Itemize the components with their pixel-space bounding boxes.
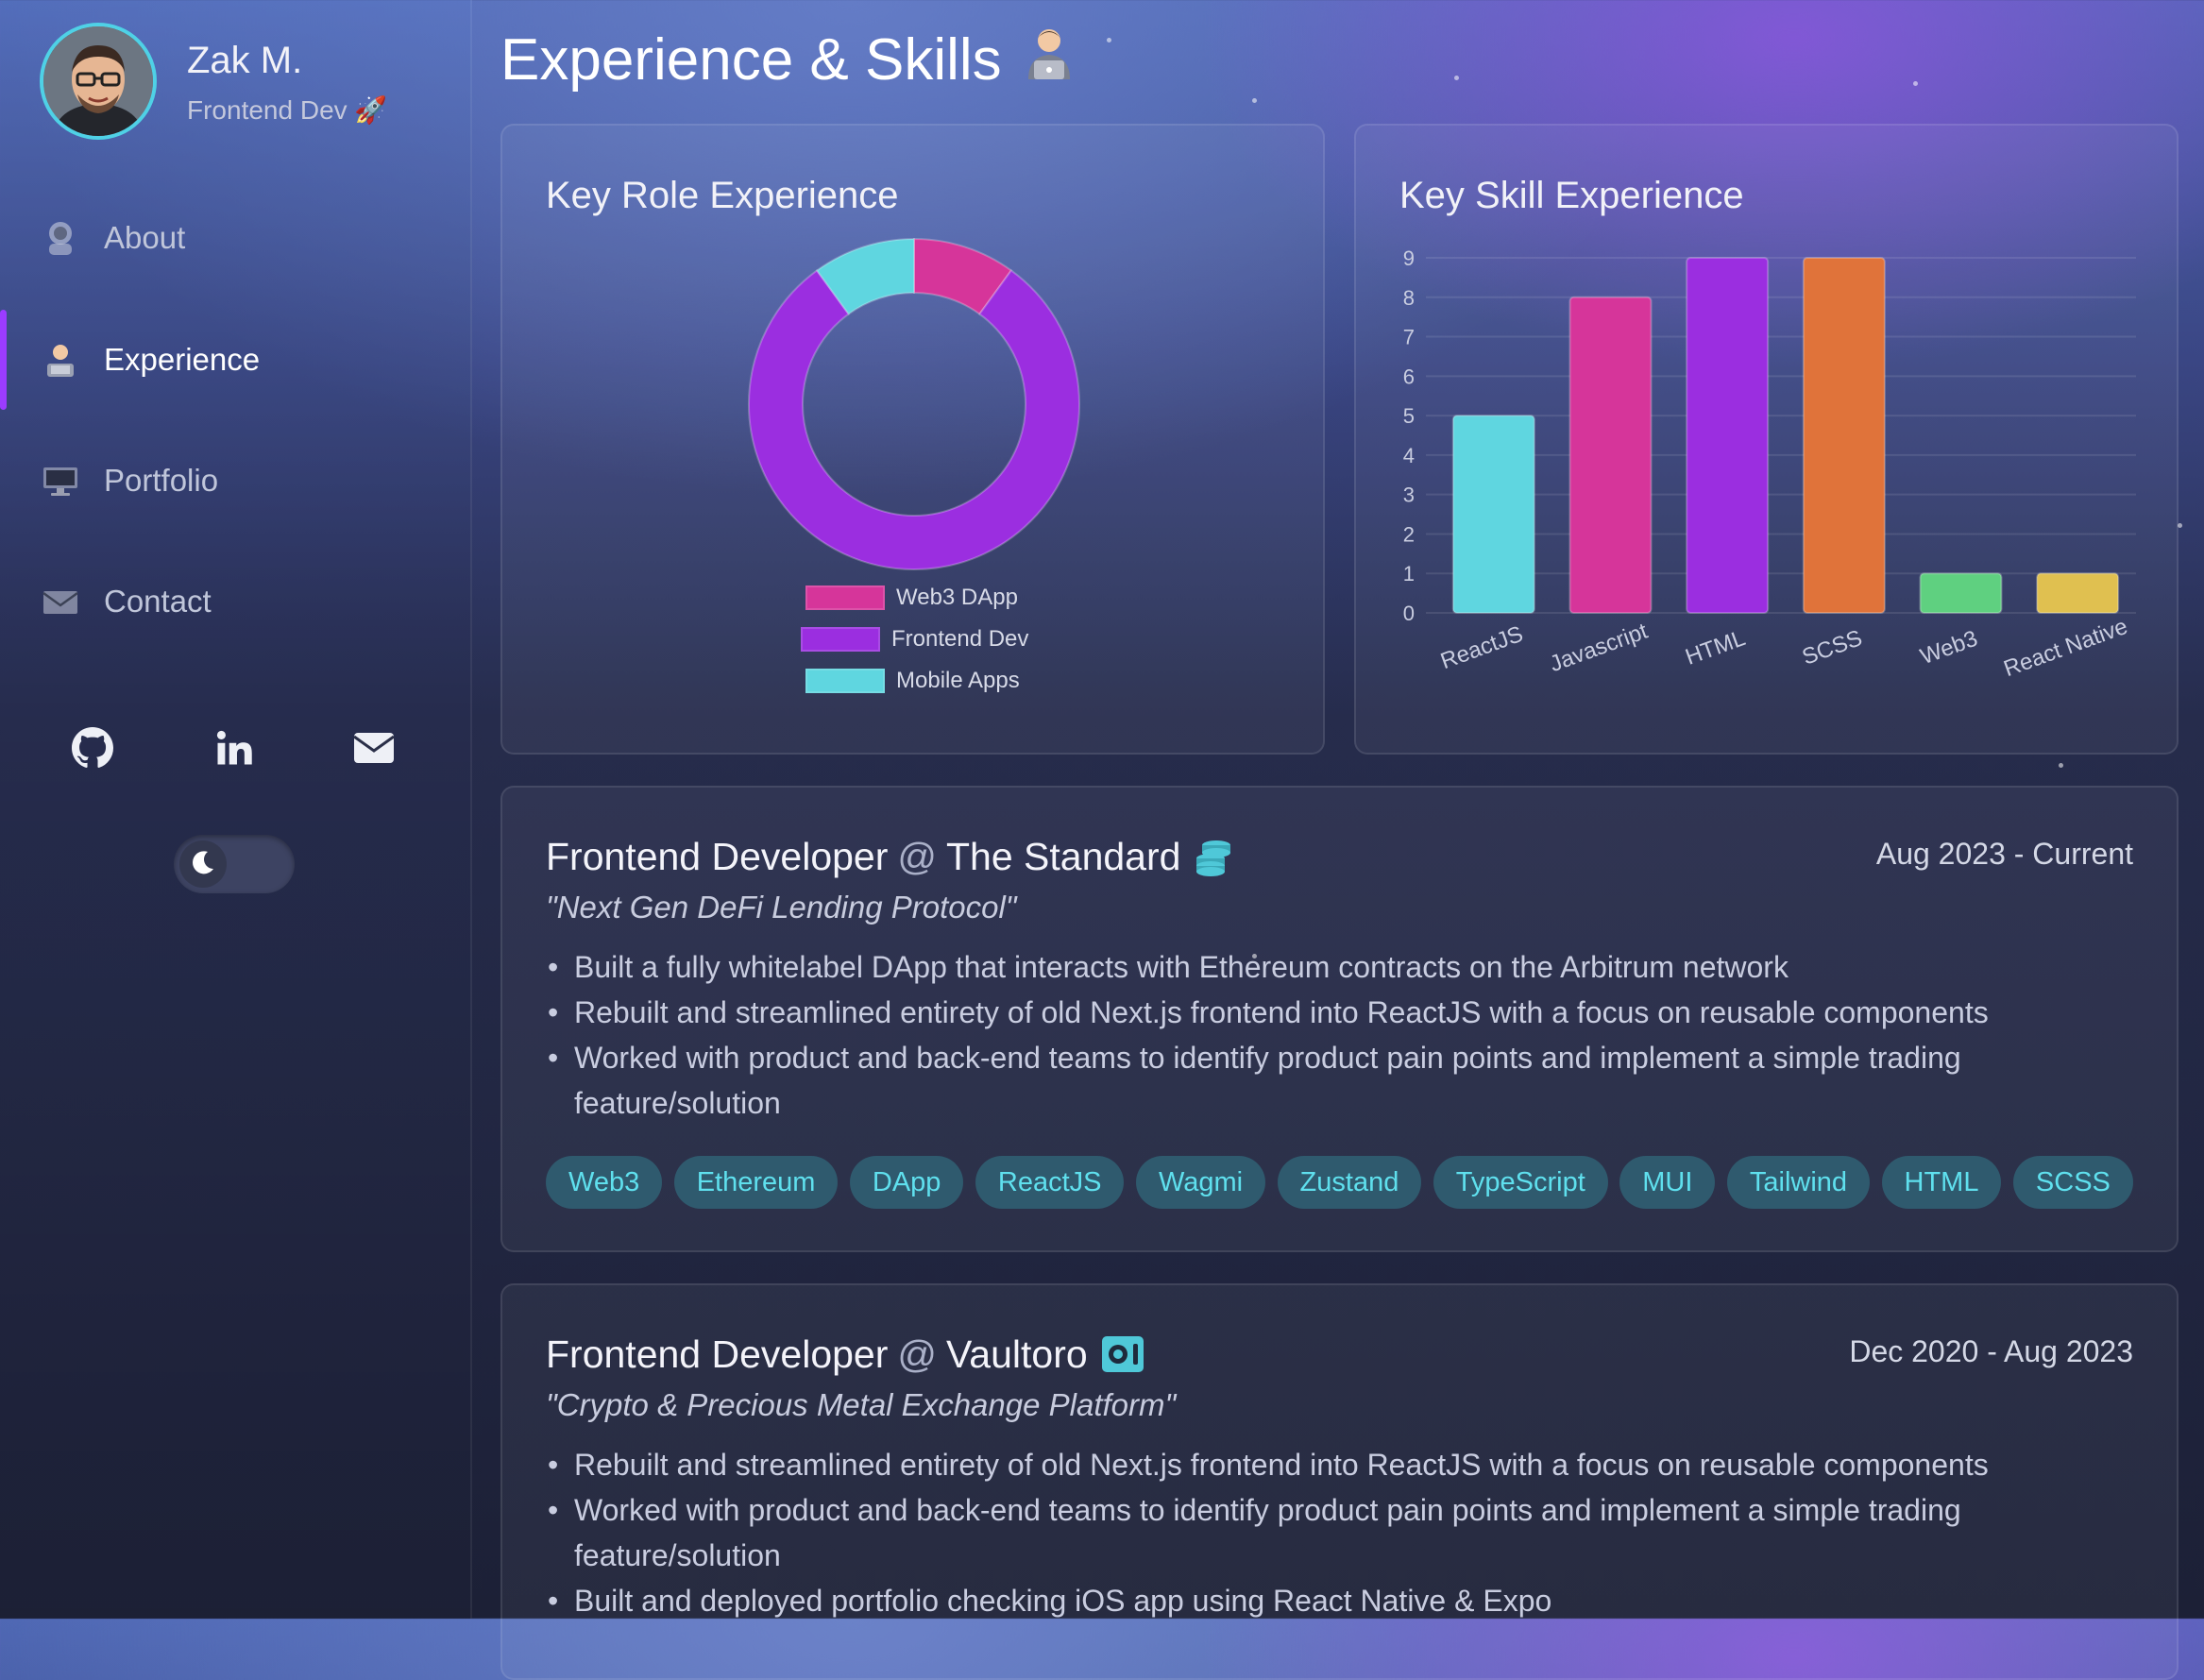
astronaut-icon (42, 219, 79, 257)
y-tick-label: 0 (1403, 602, 1415, 625)
experience-tagline: "Crypto & Precious Metal Exchange Platfo… (546, 1387, 1177, 1422)
doughnut-slice[interactable] (748, 269, 1080, 570)
nav-item-about[interactable]: About (42, 210, 185, 266)
skill-bar-chart: 0 1 2 3 4 5 6 7 8 9 ReactJS Javascript HTML SCSS Web3 R… (1403, 246, 2136, 682)
skill-tag[interactable]: MUI (1619, 1156, 1716, 1209)
x-tick-label: Javascript (1547, 619, 1652, 677)
y-tick-label: 3 (1403, 484, 1415, 507)
nav-label: About (104, 220, 186, 255)
experience-date: Dec 2020 - Aug 2023 (1849, 1334, 2133, 1368)
skill-tag[interactable]: HTML (1881, 1156, 2002, 1209)
nav-label: Contact (104, 584, 212, 619)
skill-tag[interactable]: Wagmi (1135, 1156, 1266, 1209)
skill-tag[interactable]: DApp (849, 1156, 964, 1209)
y-tick-label: 4 (1403, 444, 1415, 467)
bar[interactable] (1802, 257, 1886, 614)
nav-item-experience[interactable]: Experience (42, 331, 260, 388)
experience-date: Aug 2023 - Current (1875, 837, 2133, 871)
profile-role: Frontend Dev 🚀 (187, 95, 388, 125)
moon-icon (189, 848, 217, 881)
nav-item-contact[interactable]: Contact (42, 573, 212, 630)
experience-title: Frontend Developer @ Vaultoro (546, 1332, 1144, 1377)
skill-chart-card: Key Skill Experience 0 1 2 3 4 5 6 7 8 9 ReactJS Ja… (1354, 124, 2179, 755)
skill-tag[interactable]: ReactJS (975, 1156, 1125, 1209)
coin-stack-icon (1194, 838, 1233, 877)
page-title-text: Experience & Skills (500, 27, 1002, 93)
experience-bullet: Rebuilt and streamlined entirety of old … (548, 1442, 2133, 1487)
experience-bullet: Worked with product and back-end teams t… (548, 1487, 2133, 1578)
experience-bullets: Rebuilt and streamlined entirety of old … (546, 1442, 2133, 1623)
legend-label: Frontend Dev (891, 626, 1029, 652)
experience-company: Vaultoro (946, 1332, 1088, 1376)
legend-item[interactable]: Web3 DApp (805, 585, 1018, 611)
experience-company: The Standard (946, 835, 1181, 878)
experience-tagline: "Next Gen DeFi Lending Protocol" (546, 890, 1017, 925)
technologist-icon (1023, 25, 1076, 95)
legend-item[interactable]: Frontend Dev (801, 626, 1028, 653)
y-tick-label: 7 (1403, 326, 1415, 349)
legend-swatch (805, 585, 885, 610)
avatar[interactable] (40, 23, 157, 140)
envelope-icon (42, 583, 79, 620)
skill-tag[interactable]: SCSS (2012, 1156, 2133, 1209)
legend-item[interactable]: Mobile Apps (805, 668, 1020, 694)
sidebar: Zak M. Frontend Dev 🚀 About Experience P… (0, 0, 472, 1619)
page-title: Experience & Skills (500, 25, 1076, 95)
skill-tag[interactable]: TypeScript (1433, 1156, 1608, 1209)
y-tick-label: 9 (1403, 246, 1415, 270)
skill-tag[interactable]: Web3 (546, 1156, 663, 1209)
bar[interactable] (1686, 257, 1770, 614)
experience-card: Frontend Developer @ Vaultoro Dec 2020 -… (500, 1283, 2179, 1680)
legend-swatch (801, 627, 880, 652)
nav-item-portfolio[interactable]: Portfolio (42, 452, 218, 509)
role-chart-card: Key Role Experience Web3 DApp Frontend De… (500, 124, 1325, 755)
bar[interactable] (2036, 572, 2120, 615)
vault-icon (1101, 1335, 1144, 1375)
x-tick-label: React Native (2000, 614, 2130, 682)
experience-role: Frontend Developer (546, 1332, 889, 1376)
technologist-icon (42, 341, 79, 379)
theme-toggle[interactable] (174, 835, 295, 893)
x-tick-label: SCSS (1799, 625, 1866, 670)
experience-at: @ (897, 1332, 937, 1376)
experience-at: @ (897, 835, 937, 878)
monitor-icon (42, 462, 79, 500)
skill-tag[interactable]: Tailwind (1726, 1156, 1871, 1209)
skill-tags: Web3 Ethereum DApp ReactJS Wagmi Zustand… (546, 1156, 2133, 1209)
experience-bullet: Rebuilt and streamlined entirety of old … (548, 990, 2133, 1035)
legend-swatch (805, 669, 885, 693)
linkedin-icon[interactable] (206, 720, 263, 776)
skill-tag[interactable]: Ethereum (673, 1156, 839, 1209)
bar[interactable] (1451, 415, 1535, 614)
nav-label: Experience (104, 342, 261, 377)
x-tick-label: Web3 (1917, 626, 1981, 670)
y-tick-label: 1 (1403, 562, 1415, 585)
y-tick-label: 5 (1403, 404, 1415, 428)
experience-card: Frontend Developer @ The Standard Aug 20… (500, 786, 2179, 1252)
y-tick-label: 8 (1403, 286, 1415, 310)
bar[interactable] (1919, 572, 2003, 615)
experience-bullet: Built and deployed portfolio checking iO… (548, 1578, 2133, 1623)
experience-title: Frontend Developer @ The Standard (546, 835, 1233, 879)
nav-label: Portfolio (104, 463, 219, 498)
toggle-knob (179, 840, 227, 888)
skill-tag[interactable]: Zustand (1277, 1156, 1422, 1209)
github-icon[interactable] (64, 720, 121, 776)
profile-name: Zak M. (187, 40, 303, 81)
experience-bullet: Worked with product and back-end teams t… (548, 1035, 2133, 1126)
bar[interactable] (1568, 296, 1653, 614)
y-tick-label: 2 (1403, 522, 1415, 546)
legend-label: Mobile Apps (896, 668, 1020, 693)
mail-icon[interactable] (346, 720, 402, 776)
x-tick-label: ReactJS (1437, 621, 1526, 674)
experience-bullet: Built a fully whitelabel DApp that inter… (548, 944, 2133, 990)
x-tick-label: HTML (1682, 625, 1749, 670)
experience-role: Frontend Developer (546, 835, 889, 878)
active-nav-indicator (0, 310, 7, 410)
legend-label: Web3 DApp (896, 585, 1018, 610)
role-doughnut-chart (748, 237, 1080, 570)
experience-bullets: Built a fully whitelabel DApp that inter… (546, 944, 2133, 1126)
y-tick-label: 6 (1403, 365, 1415, 388)
